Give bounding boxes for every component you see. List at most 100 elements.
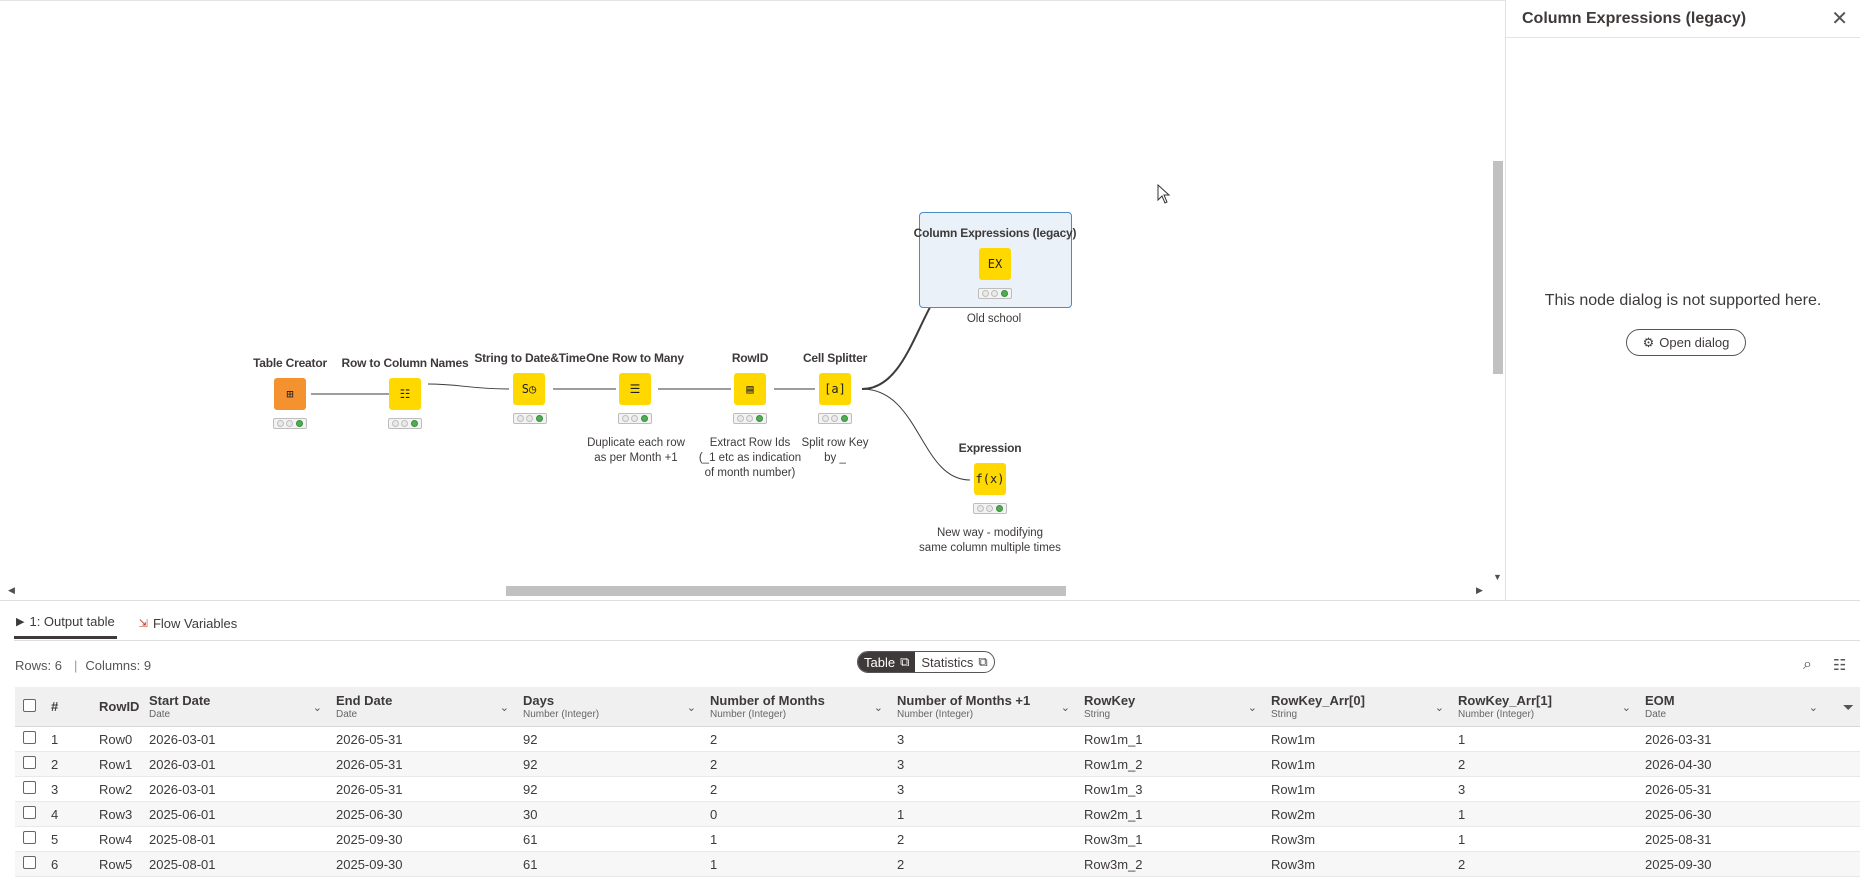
table-row[interactable]: 6 Row5 2025-08-01 2025-09-30 61 1 2 Row3m_2 Row3… xyxy=(15,852,1860,877)
column-type: Number (Integer) xyxy=(710,709,787,720)
table-view-label: Table xyxy=(864,654,896,670)
node-one-row-to-many[interactable]: ☰ xyxy=(619,373,651,405)
table-cell: 2026-03-01 xyxy=(149,731,216,747)
column-name: Start Date xyxy=(149,693,211,708)
workflow-canvas[interactable]: Table Creator ⊞ Row to Column Names ☷ St… xyxy=(0,0,1505,600)
table-cell: 2025-09-30 xyxy=(1645,856,1712,872)
table-cell: 3 xyxy=(897,781,905,797)
row-checkbox[interactable] xyxy=(15,781,45,797)
node-row-to-column-names[interactable]: ☷ xyxy=(389,378,421,410)
row-checkbox[interactable] xyxy=(15,856,45,872)
table-cell: 92 xyxy=(523,756,538,772)
vertical-scroll-thumb[interactable] xyxy=(1493,161,1503,374)
scroll-right-icon[interactable]: ▶ xyxy=(1476,585,1483,596)
rowid-header: RowID xyxy=(99,699,140,714)
table-cell: 1 xyxy=(1458,831,1466,847)
node-rowid[interactable]: ▤ xyxy=(734,373,766,405)
row-id: Row4 xyxy=(99,831,133,847)
column-header[interactable]: EOM Date ⌄ xyxy=(1639,693,1826,720)
node-status-expression xyxy=(973,503,1007,514)
table-cell: Row3m_1 xyxy=(1084,831,1143,847)
column-headers: Start Date Date ⌄ End Date Date ⌄ Days Number (… xyxy=(143,693,1826,720)
node-cell-splitter[interactable]: [a] xyxy=(819,373,851,405)
chevron-down-icon[interactable]: ⌄ xyxy=(1435,701,1444,714)
chevron-down-icon[interactable]: ⌄ xyxy=(500,701,509,714)
scroll-left-icon[interactable]: ◀ xyxy=(8,585,15,596)
table-cell: 1 xyxy=(710,831,718,847)
row-index: 5 xyxy=(51,831,59,847)
column-header[interactable]: Number of Months Number (Integer) ⌄ xyxy=(704,693,891,720)
rowid-icon: ▤ xyxy=(746,382,754,396)
chevron-down-icon[interactable]: ⌄ xyxy=(313,701,322,714)
tab-output-table[interactable]: ▶ 1: Output table xyxy=(14,607,117,639)
table-cell: 1 xyxy=(897,806,905,822)
table-cell: 2 xyxy=(710,756,718,772)
table-row[interactable]: 2 Row1 2026-03-01 2026-05-31 92 2 3 Row1m_2 Row1… xyxy=(15,752,1860,777)
node-string-to-datetime[interactable]: S◷ xyxy=(513,373,545,405)
row-checkbox[interactable] xyxy=(15,831,45,847)
column-name: RowKey_Arr[1] xyxy=(1458,693,1552,708)
table-cell: 2026-04-30 xyxy=(1645,756,1712,772)
column-header[interactable]: Number of Months +1 Number (Integer) ⌄ xyxy=(891,693,1078,720)
row-checkbox[interactable] xyxy=(15,806,45,822)
node-title-row-to-column-names: Row to Column Names xyxy=(341,356,469,370)
cell-splitter-icon: [a] xyxy=(824,382,846,396)
node-expression[interactable]: f(x) xyxy=(974,463,1006,495)
column-header[interactable]: End Date Date ⌄ xyxy=(330,693,517,720)
column-header[interactable]: RowKey_Arr[1] Number (Integer) ⌄ xyxy=(1452,693,1639,720)
table-cell: Row1m_2 xyxy=(1084,756,1143,772)
row-checkbox[interactable] xyxy=(15,731,45,747)
table-view-button[interactable]: Table ⧉ xyxy=(858,652,916,672)
node-status-rowid xyxy=(733,413,767,424)
close-icon[interactable]: ✕ xyxy=(1831,9,1848,29)
table-row[interactable]: 1 Row0 2026-03-01 2026-05-31 92 2 3 Row1m_1 Row1… xyxy=(15,727,1860,752)
table-cell: 2026-03-31 xyxy=(1645,731,1712,747)
search-icon[interactable]: ⌕ xyxy=(1803,656,1812,674)
node-title-cell-splitter: Cell Splitter xyxy=(802,351,868,365)
node-column-expressions-legacy[interactable]: EX xyxy=(979,248,1011,280)
node-desc-cell-splitter: Split row Key by _ xyxy=(801,437,869,464)
table-cell: 2026-03-01 xyxy=(149,781,216,797)
node-status-string-to-datetime xyxy=(513,413,547,424)
column-type: Date xyxy=(336,709,358,720)
column-header[interactable]: Days Number (Integer) ⌄ xyxy=(517,693,704,720)
table-cell: 2025-06-01 xyxy=(149,806,216,822)
filter-icon[interactable]: ⏷ xyxy=(1843,699,1854,716)
node-title-table-creator: Table Creator xyxy=(253,356,327,370)
table-cell: 2025-09-30 xyxy=(336,856,403,872)
table-creator-icon: ⊞ xyxy=(286,387,294,401)
view-toggle[interactable]: Table ⧉ Statistics ⧉ xyxy=(857,651,995,673)
column-header[interactable]: RowKey String ⌄ xyxy=(1078,693,1265,720)
node-desc-rowid: Extract Row Ids (_1 etc as indication of m… xyxy=(698,437,802,479)
statistics-view-button[interactable]: Statistics ⧉ xyxy=(915,652,993,672)
node-title-one-row-to-many: One Row to Many xyxy=(586,351,684,365)
chevron-down-icon[interactable]: ⌄ xyxy=(1622,701,1631,714)
row-checkbox[interactable] xyxy=(15,756,45,772)
table-cell: 3 xyxy=(1458,781,1466,797)
row-id: Row1 xyxy=(99,756,133,772)
table-cell: Row1m xyxy=(1271,731,1316,747)
chevron-down-icon[interactable]: ⌄ xyxy=(1061,701,1070,714)
table-header-row: # RowID Start Date Date ⌄ End Date Date ⌄ Days… xyxy=(15,687,1860,727)
canvas-horizontal-scrollbar[interactable]: ◀ ▶ xyxy=(8,583,1488,599)
table-row[interactable]: 3 Row2 2026-03-01 2026-05-31 92 2 3 Row1m_3 Row1… xyxy=(15,777,1860,802)
column-header[interactable]: RowKey_Arr[0] String ⌄ xyxy=(1265,693,1452,720)
chevron-down-icon[interactable]: ⌄ xyxy=(874,701,883,714)
panel-title: Column Expressions (legacy) xyxy=(1522,9,1747,27)
table-row[interactable]: 5 Row4 2025-08-01 2025-09-30 61 1 2 Row3m_1 Row3… xyxy=(15,827,1860,852)
index-header: # xyxy=(51,699,59,714)
table-settings-icon[interactable]: ☷ xyxy=(1833,656,1846,674)
chevron-down-icon[interactable]: ⌄ xyxy=(1809,701,1818,714)
row-id: Row5 xyxy=(99,856,133,872)
chevron-down-icon[interactable]: ⌄ xyxy=(1248,701,1257,714)
open-dialog-button[interactable]: ⚙ Open dialog xyxy=(1626,329,1746,356)
column-header[interactable]: Start Date Date ⌄ xyxy=(143,693,330,720)
table-row[interactable]: 4 Row3 2025-06-01 2025-06-30 30 0 1 Row2m_1 Row2… xyxy=(15,802,1860,827)
horizontal-scroll-thumb[interactable] xyxy=(506,586,1066,596)
chevron-down-icon[interactable]: ⌄ xyxy=(687,701,696,714)
tab-flow-variables[interactable]: ⇲ Flow Variables xyxy=(137,607,240,639)
scroll-down-icon[interactable]: ▼ xyxy=(1493,572,1502,582)
node-table-creator[interactable]: ⊞ xyxy=(274,378,306,410)
canvas-vertical-scrollbar[interactable]: ▼ xyxy=(1490,9,1505,582)
select-all-checkbox[interactable] xyxy=(15,698,45,715)
